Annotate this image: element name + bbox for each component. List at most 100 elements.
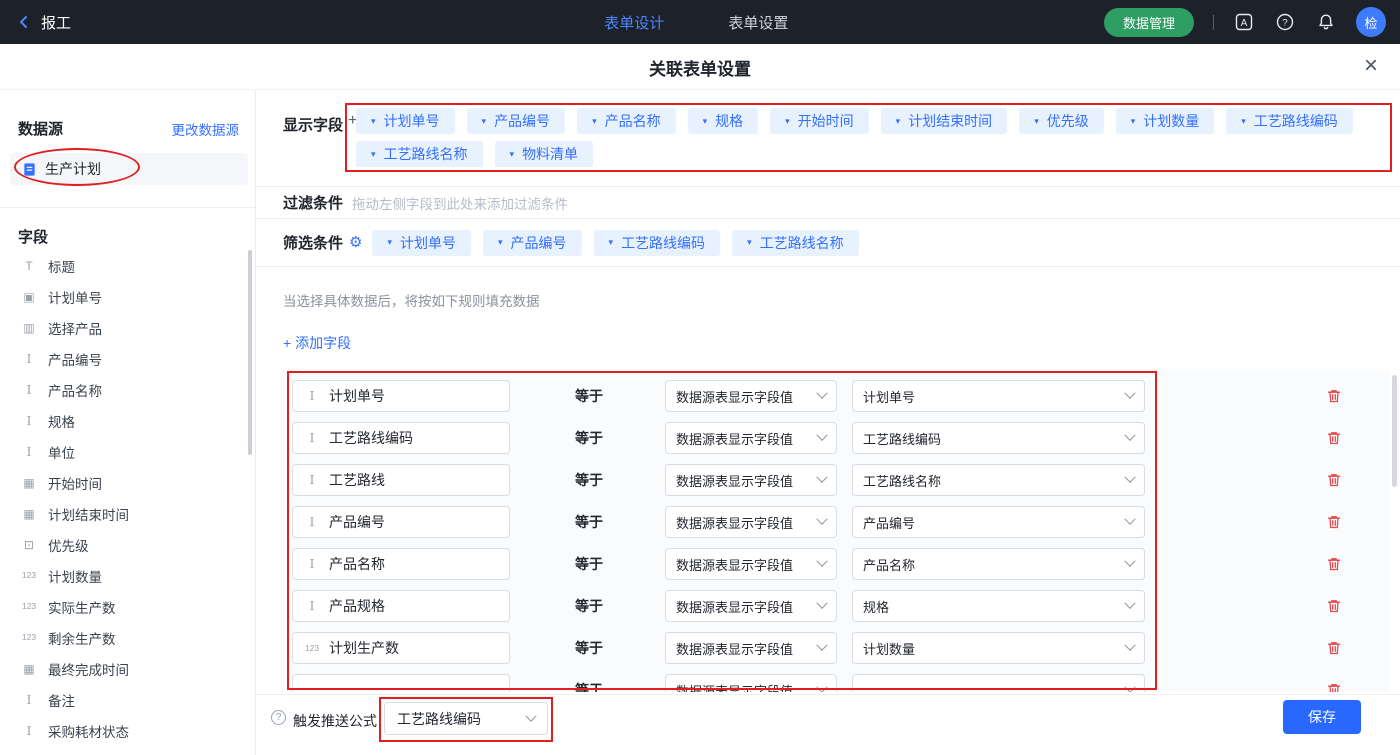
change-datasource-link[interactable]: 更改数据源 (172, 119, 240, 139)
rule-source-select[interactable]: 数据源表显示字段值 (665, 632, 837, 664)
sidebar-field-item[interactable]: I 单位 (0, 436, 248, 467)
screen-condition-label: 筛选条件 (283, 232, 343, 253)
field-tag[interactable]: ▾ 计划单号 (356, 108, 455, 134)
rule-field-input[interactable]: I 工艺路线编码 (292, 422, 510, 454)
field-tag[interactable]: ▾ 产品编号 (483, 230, 582, 256)
field-label: 单位 (48, 442, 75, 462)
save-button[interactable]: 保存 (1283, 700, 1361, 734)
help-icon[interactable]: ? (1274, 11, 1296, 33)
tab-form-settings[interactable]: 表单设置 (728, 12, 788, 33)
sidebar-field-item[interactable]: 123 计划数量 (0, 560, 248, 591)
avatar[interactable]: 检 (1356, 7, 1386, 37)
chevron-down-icon (816, 682, 827, 692)
delete-rule-icon[interactable] (1326, 640, 1342, 656)
sidebar-field-item[interactable]: I 产品名称 (0, 374, 248, 405)
rule-value-select[interactable]: 产品编号 (852, 506, 1145, 538)
tag-label: 计划数量 (1143, 111, 1199, 131)
rule-value-select[interactable]: 计划单号 (852, 380, 1145, 412)
field-tag[interactable]: ▾ 产品编号 (467, 108, 566, 134)
add-field-link[interactable]: + 添加字段 (283, 333, 351, 353)
field-tag[interactable]: ▾ 工艺路线编码 (594, 230, 721, 256)
sidebar-field-item[interactable]: I 备注 (0, 684, 248, 715)
delete-rule-icon[interactable] (1326, 682, 1342, 692)
gear-icon[interactable]: ⚙ (349, 235, 362, 250)
rule-field-input[interactable]: I 产品编号 (292, 506, 510, 538)
language-icon[interactable]: A (1233, 11, 1255, 33)
field-tag[interactable]: ▾ 优先级 (1019, 108, 1104, 134)
tag-label: 产品名称 (605, 111, 661, 131)
field-tag[interactable]: ▾ 开始时间 (770, 108, 869, 134)
rule-value-select[interactable]: 产品名称 (852, 548, 1145, 580)
rule-source-select[interactable]: 数据源表显示字段值 (665, 380, 837, 412)
field-tag[interactable]: ▾ 计划数量 (1116, 108, 1215, 134)
tab-form-design[interactable]: 表单设计 (604, 12, 664, 33)
chevron-down-icon (1124, 514, 1135, 525)
field-label: 产品编号 (48, 349, 102, 369)
chevron-down-icon (816, 388, 827, 399)
chevron-down-icon (816, 514, 827, 525)
sidebar-field-item[interactable]: ▦ 计划结束时间 (0, 498, 248, 529)
rule-source-select[interactable]: 数据源表显示字段值 (665, 422, 837, 454)
text-field-icon: I (304, 516, 320, 528)
trigger-formula-select[interactable]: 工艺路线编码 (384, 702, 548, 735)
field-tag[interactable]: ▾ 计划单号 (372, 230, 471, 256)
delete-rule-icon[interactable] (1326, 598, 1342, 614)
delete-rule-icon[interactable] (1326, 430, 1342, 446)
rule-value-select[interactable]: 计划数量 (852, 632, 1145, 664)
field-tag[interactable]: ▾ 工艺路线名称 (732, 230, 859, 256)
field-tag[interactable]: ▾ 物料清单 (495, 141, 594, 167)
text-field-icon: I (20, 384, 38, 396)
sidebar-field-item[interactable]: ▦ 最终完成时间 (0, 653, 248, 684)
rule-source-select[interactable]: 数据源表显示字段值 (665, 674, 837, 692)
sidebar-field-item[interactable]: I 产品编号 (0, 343, 248, 374)
tag-label: 计划单号 (400, 233, 456, 253)
field-tag[interactable]: ▾ 计划结束时间 (881, 108, 1008, 134)
chevron-down-icon (816, 472, 827, 483)
sidebar-field-item[interactable]: I 规格 (0, 405, 248, 436)
rule-source-select[interactable]: 数据源表显示字段值 (665, 464, 837, 496)
delete-rule-icon[interactable] (1326, 514, 1342, 530)
sidebar-field-item[interactable]: I 采购耗材状态 (0, 715, 248, 746)
delete-rule-icon[interactable] (1326, 556, 1342, 572)
back-icon[interactable] (16, 11, 32, 33)
sidebar-field-item[interactable]: ▣ 计划单号 (0, 281, 248, 312)
data-manage-button[interactable]: 数据管理 (1104, 8, 1194, 37)
rule-value-select[interactable] (852, 674, 1145, 692)
rule-field-input[interactable]: I 产品名称 (292, 548, 510, 580)
rule-value-select[interactable]: 工艺路线编码 (852, 422, 1145, 454)
rule-value-select[interactable]: 工艺路线名称 (852, 464, 1145, 496)
sidebar-scrollbar[interactable] (248, 250, 252, 455)
sidebar-field-item[interactable]: T 标题 (0, 250, 248, 281)
rule-field-input[interactable]: I 产品规格 (292, 590, 510, 622)
datasource-item-label: 生产计划 (45, 159, 101, 179)
rule-field-input[interactable]: I 计划单号 (292, 380, 510, 412)
rule-source-select[interactable]: 数据源表显示字段值 (665, 548, 837, 580)
sidebar-field-item[interactable]: ▥ 选择产品 (0, 312, 248, 343)
field-tag[interactable]: ▾ 产品名称 (577, 108, 676, 134)
trigger-help-icon[interactable]: ? (271, 710, 286, 725)
field-tag[interactable]: ▾ 工艺路线编码 (1226, 108, 1353, 134)
delete-rule-icon[interactable] (1326, 472, 1342, 488)
rule-value-select[interactable]: 规格 (852, 590, 1145, 622)
main-scrollbar[interactable] (1392, 375, 1397, 487)
sidebar-field-item[interactable]: ⊡ 优先级 (0, 529, 248, 560)
notification-bell-icon[interactable] (1315, 11, 1337, 33)
rule-field-input[interactable] (292, 674, 510, 692)
field-label: 产品名称 (48, 380, 102, 400)
rule-value-value: 计划数量 (863, 639, 915, 658)
datasource-item-production-plan[interactable]: 生产计划 (10, 153, 248, 185)
rule-source-select[interactable]: 数据源表显示字段值 (665, 590, 837, 622)
sidebar-field-item[interactable]: 123 实际生产数 (0, 591, 248, 622)
field-tag[interactable]: ▾ 工艺路线名称 (356, 141, 483, 167)
sidebar-field-item[interactable]: ▦ 开始时间 (0, 467, 248, 498)
rule-field-input[interactable]: I 工艺路线 (292, 464, 510, 496)
field-tag[interactable]: ▾ 规格 (688, 108, 759, 134)
rule-row: I 计划单号 等于 数据源表显示字段值 计划单号 (256, 375, 1390, 417)
back-group[interactable]: 报工 (16, 0, 71, 44)
date-field-icon: ▦ (20, 508, 38, 520)
delete-rule-icon[interactable] (1326, 388, 1342, 404)
close-icon[interactable]: × (1364, 53, 1378, 79)
sidebar-field-item[interactable]: 123 剩余生产数 (0, 622, 248, 653)
rule-source-select[interactable]: 数据源表显示字段值 (665, 506, 837, 538)
rule-field-input[interactable]: 123 计划生产数 (292, 632, 510, 664)
